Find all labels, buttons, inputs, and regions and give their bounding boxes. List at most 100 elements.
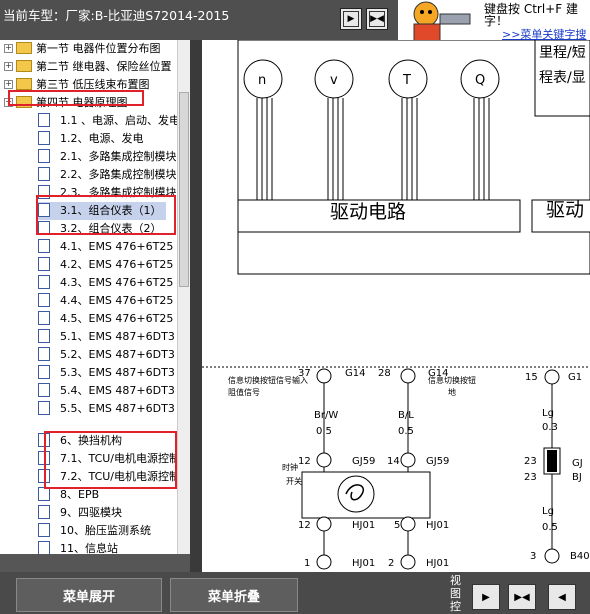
tree-item-label: 4.2、EMS 476+6T25 — [60, 258, 174, 271]
tree-item[interactable]: 9、四驱模块 — [38, 504, 122, 522]
drive-circuit-label: 驱动电路 — [330, 201, 406, 223]
nav-next-button[interactable]: ▶ — [340, 8, 362, 30]
tree-item-label: 5.4、EMS 487+6DT3 — [60, 384, 175, 397]
tree-item-label: 4.1、EMS 476+6T25 — [60, 240, 174, 253]
tree-item-label: 11、信息站 — [60, 542, 118, 554]
signal-label: 信息切换按钮 — [428, 375, 476, 385]
menu-collapse-button[interactable]: 菜单折叠 — [170, 578, 298, 612]
switch-label: 时钟 — [282, 462, 298, 472]
tree-item-label: 第二节 继电器、保险丝位置 — [36, 60, 172, 73]
connector-id: HJ01 — [426, 558, 449, 569]
wire-gauge: 0.5 — [542, 522, 558, 533]
tree-item[interactable]: 4.1、EMS 476+6T25 — [38, 238, 173, 256]
connector-id: HJ01 — [352, 520, 375, 531]
button-label: 菜单折叠 — [207, 589, 260, 605]
connector-id: G14 — [345, 368, 365, 379]
document-icon — [38, 131, 50, 145]
tree-item[interactable]: 4.2、EMS 476+6T25 — [38, 256, 173, 274]
next-icon: ▶ — [482, 591, 490, 603]
tree-item-label: 1.2、电源、发电 — [60, 132, 144, 145]
document-icon — [38, 293, 50, 307]
mascot-icon — [413, 1, 471, 42]
tree-item[interactable]: 2.2、多路集成控制模块 — [38, 166, 177, 184]
connector-id: HJ01 — [352, 558, 375, 569]
scrollbar-thumb[interactable] — [179, 92, 189, 287]
pin-number: 12 — [298, 456, 311, 467]
help-banner: 键盘按 Ctrl+F 建 字！ >>菜单关键字搜 — [398, 0, 590, 42]
view-next-button[interactable]: ▶ — [472, 584, 500, 610]
gauge-v: v — [314, 59, 354, 99]
expand-icon[interactable]: + — [4, 43, 13, 53]
document-icon — [38, 329, 50, 343]
document-icon — [38, 113, 50, 127]
folder-icon — [16, 78, 32, 90]
tree-item[interactable]: 4.4、EMS 476+6T25 — [38, 292, 173, 310]
tree-scrollbar[interactable] — [177, 40, 191, 554]
tree-item-label: 10、胎压监测系统 — [60, 524, 151, 537]
tree-item-label: 5.2、EMS 487+6DT3 — [60, 348, 175, 361]
splitter[interactable] — [190, 40, 202, 572]
gauge-label: T — [402, 73, 411, 88]
tree-item-label: 5.3、EMS 487+6DT3 — [60, 366, 175, 379]
wire-color: Lg — [542, 506, 554, 517]
view-collapse-button[interactable]: ▶◀ — [508, 584, 536, 610]
tree-item[interactable]: 1.1 、电源、启动、发电 — [38, 112, 180, 130]
gauge-q: Q — [460, 59, 500, 99]
button-label: 菜单展开 — [62, 589, 115, 605]
tree-item[interactable]: 10、胎压监测系统 — [38, 522, 151, 540]
tree-item[interactable]: 4.5、EMS 476+6T25 — [38, 310, 173, 328]
next-icon: ▶ — [343, 11, 359, 27]
document-icon — [38, 523, 50, 537]
title-bar: 当前车型：厂家:B-比亚迪S72014-2015 ▶ ▶◀ 键盘按 Ctrl+F… — [0, 0, 590, 42]
gauge-wires — [256, 98, 490, 200]
connector-id: BJ — [572, 472, 582, 483]
tree-item[interactable]: 11、信息站 — [38, 540, 118, 554]
tree-item-label: 1.1 、电源、启动、发电 — [60, 114, 180, 127]
document-icon — [38, 541, 50, 554]
diagram-text: 里程/短 — [539, 45, 586, 61]
diagram-text: 程表/显 — [539, 70, 586, 86]
wire-color: Lg — [542, 408, 554, 419]
pin-number: 3 — [530, 551, 536, 562]
switch-label: 开关 — [286, 476, 302, 486]
nav-collapse-button[interactable]: ▶◀ — [366, 8, 388, 30]
wiring-diagram: 里程/短 程表/显 n v T Q 驱动电路 驱动 37 G14 28 G14 … — [202, 40, 590, 572]
drive-circuit-label-2: 驱动 — [546, 199, 584, 221]
tree-item[interactable]: 5.3、EMS 487+6DT3 — [38, 364, 175, 382]
document-icon — [38, 149, 50, 163]
tree-item[interactable]: 4.3、EMS 476+6T25 — [38, 274, 173, 292]
document-icon — [38, 311, 50, 325]
tree-item[interactable]: 1.2、电源、发电 — [38, 130, 144, 148]
pin-number: 14 — [387, 456, 400, 467]
menu-tree: + 第一节 电器件位置分布图 + 第二节 继电器、保险丝位置 + 第三节 低压线束布置… — [0, 40, 190, 554]
signal-label: 地 — [448, 387, 456, 397]
document-icon — [38, 505, 50, 519]
connector-id: G1 — [568, 372, 582, 383]
menu-expand-button[interactable]: 菜单展开 — [16, 578, 162, 612]
pin-number: 15 — [525, 372, 538, 383]
gauge-label: n — [258, 73, 266, 88]
document-icon — [38, 401, 50, 415]
pin-number: 23 — [524, 472, 537, 483]
document-icon — [38, 365, 50, 379]
wire-gauge: 0.5 — [316, 426, 332, 437]
expand-icon[interactable]: + — [4, 79, 13, 89]
tree-item-label: 5.5、EMS 487+6DT3 — [60, 402, 175, 415]
tree-item-section1[interactable]: + 第一节 电器件位置分布图 — [4, 40, 161, 58]
tree-item[interactable]: 5.5、EMS 487+6DT3 — [38, 400, 175, 418]
vehicle-title: 当前车型：厂家:B-比亚迪S72014-2015 — [3, 8, 230, 23]
tree-item-label: 9、四驱模块 — [60, 506, 122, 519]
gauge-label: Q — [475, 73, 485, 88]
gauge-label: v — [330, 73, 338, 88]
tree-item[interactable]: 5.4、EMS 487+6DT3 — [38, 382, 175, 400]
tree-item-label: 5.1、EMS 487+6DT3 — [60, 330, 175, 343]
expand-icon[interactable]: + — [4, 61, 13, 71]
document-icon — [38, 347, 50, 361]
view-prev-button[interactable]: ◀ — [548, 584, 576, 610]
tree-item[interactable]: 5.1、EMS 487+6DT3 — [38, 328, 175, 346]
tree-item[interactable]: 5.2、EMS 487+6DT3 — [38, 346, 175, 364]
tree-item-section2[interactable]: + 第二节 继电器、保险丝位置 — [4, 58, 172, 76]
bottom-toolbar: 菜单展开 菜单折叠 视图控 ▶ ▶◀ ◀ — [0, 572, 590, 614]
tree-item[interactable]: 2.1、多路集成控制模块 — [38, 148, 177, 166]
tree-item-label: 2.1、多路集成控制模块 — [60, 150, 177, 163]
